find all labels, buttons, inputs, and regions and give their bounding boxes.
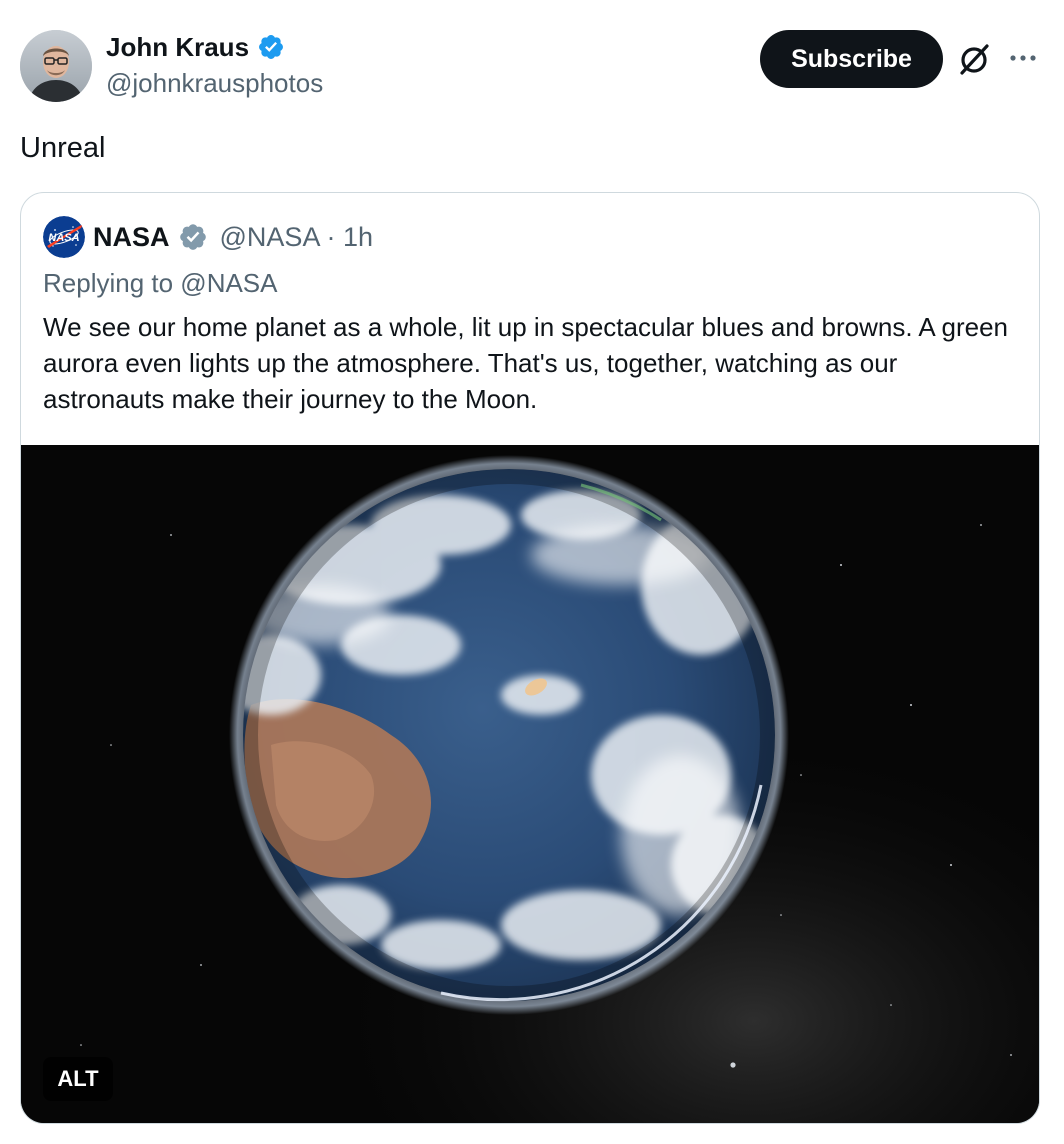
svg-text:NASA: NASA	[48, 232, 79, 244]
author-name[interactable]: John Kraus	[106, 30, 249, 64]
earth-photo[interactable]: ALT	[21, 445, 1039, 1123]
earth-from-space-image	[21, 445, 1039, 1123]
quoted-handle-time[interactable]: @NASA · 1h	[220, 222, 373, 253]
quoted-tweet-card[interactable]: NASA NASA @NASA · 1h Replying to @NASA W…	[20, 192, 1040, 1124]
nasa-meatball-icon: NASA	[43, 216, 85, 258]
nasa-logo-avatar[interactable]: NASA	[43, 216, 85, 258]
avatar-photo	[20, 30, 92, 102]
grok-icon[interactable]	[956, 42, 992, 78]
verified-badge-icon	[259, 35, 283, 59]
quoted-tweet-header: NASA NASA @NASA · 1h	[43, 215, 373, 259]
alt-text-badge[interactable]: ALT	[43, 1057, 113, 1101]
subscribe-button[interactable]: Subscribe	[760, 30, 943, 88]
author-avatar[interactable]	[20, 30, 92, 102]
author-handle[interactable]: @johnkrausphotos	[106, 66, 323, 100]
quoted-tweet-text: We see our home planet as a whole, lit u…	[43, 312, 1008, 414]
more-icon[interactable]	[1008, 48, 1038, 68]
gov-verified-badge-icon	[179, 224, 206, 250]
tweet-text: Unreal	[20, 132, 106, 164]
quoted-author-name[interactable]: NASA	[93, 222, 170, 253]
replying-to[interactable]: Replying to @NASA	[43, 265, 278, 301]
author-name-row[interactable]: John Kraus	[106, 30, 285, 64]
